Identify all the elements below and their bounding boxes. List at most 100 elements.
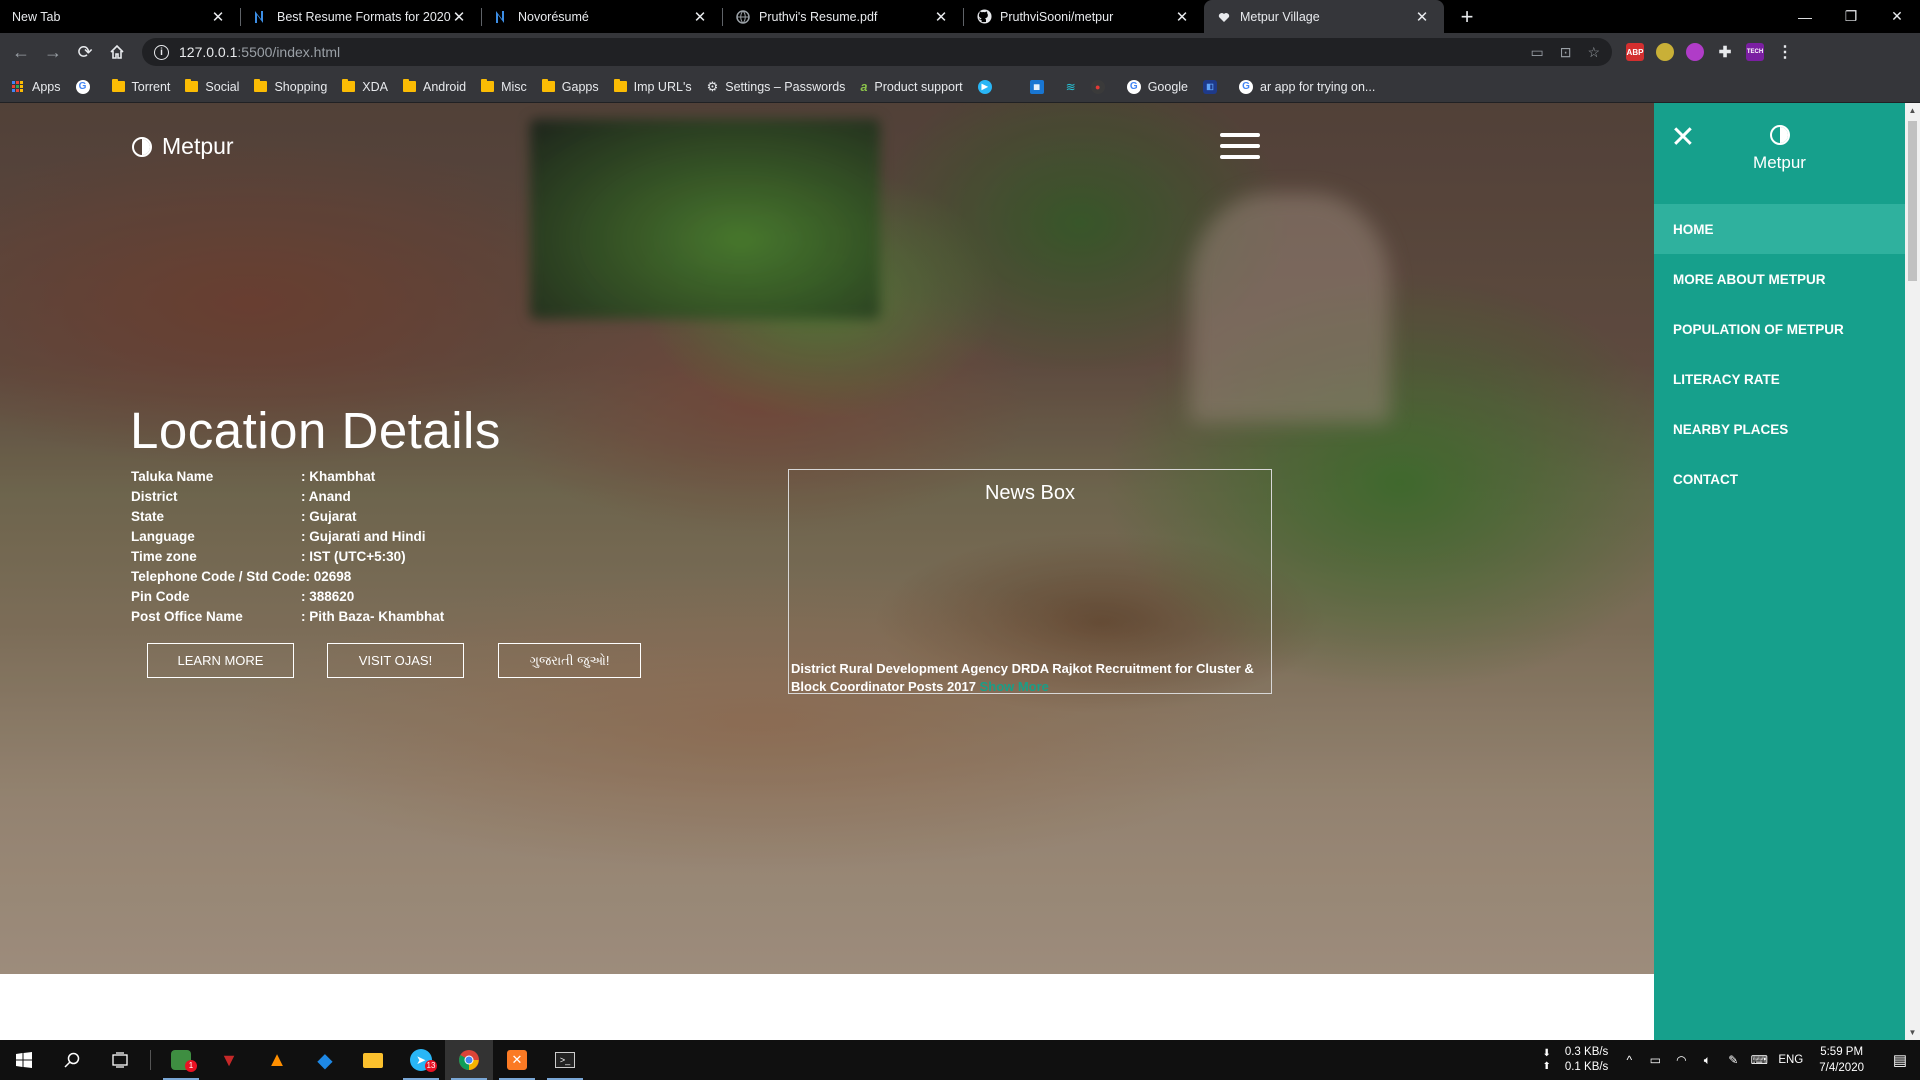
bookmark-social[interactable]: Social [185,79,239,94]
sidenav-item-home[interactable]: HOME [1654,204,1905,254]
search-icon[interactable] [48,1040,96,1080]
bookmark-blue-square[interactable]: ◧ [1203,79,1224,94]
sidenav-brand[interactable]: Metpur [1654,125,1905,173]
greenshot-app-icon[interactable]: 1 [157,1040,205,1080]
file-explorer-icon[interactable] [349,1040,397,1080]
tab-resume-formats[interactable]: Best Resume Formats for 2020 [3 ✕ [241,0,481,33]
product-support-icon: a [860,79,868,94]
tab-novoresume[interactable]: Novorésumé ✕ [482,0,722,33]
show-more-link[interactable]: Show More [980,679,1049,693]
vlc-icon[interactable]: ▲ [253,1040,301,1080]
wifi-icon[interactable]: ◠ [1670,1053,1692,1067]
adblock-plus-icon[interactable]: ABP [1626,43,1644,61]
terminal-icon[interactable]: >_ [541,1040,589,1080]
bookmark-gapps[interactable]: Gapps [541,79,599,94]
close-icon[interactable]: ✕ [1174,9,1190,26]
bookmark-imp-urls[interactable]: Imp URL's [613,79,692,94]
translate-icon[interactable]: ⊡ [1560,44,1572,61]
notification-icon[interactable]: ▤ [1880,1040,1920,1080]
bookmark-product-support[interactable]: a Product support [860,80,962,94]
puzzle-icon[interactable]: ✚ [1716,43,1734,61]
telegram-icon[interactable]: ➤ 13 [397,1040,445,1080]
acer-app-icon[interactable]: ▼ [205,1040,253,1080]
detail-key: District [131,489,178,504]
folder-icon [111,79,125,92]
close-icon[interactable]: ✕ [1414,9,1430,26]
bookmark-blue-app[interactable]: ▦ [1029,79,1051,94]
page-scrollbar[interactable]: ▲ ▼ [1905,103,1920,1040]
tab-github[interactable]: PruthviSooni/metpur ✕ [964,0,1204,33]
news-box: News Box District Rural Development Agen… [788,469,1272,694]
task-view-icon[interactable] [96,1040,144,1080]
tab-resume-pdf[interactable]: Pruthvi's Resume.pdf ✕ [723,0,963,33]
forward-arrow-icon[interactable]: → [38,37,68,67]
address-bar[interactable]: i 127.0.0.1:5500/index.html ▭ ⊡ ☆ [142,38,1612,66]
close-icon[interactable]: ✕ [933,9,949,26]
windows-start-icon[interactable] [0,1040,48,1080]
close-icon[interactable]: ✕ [692,9,708,26]
info-icon[interactable]: i [154,44,169,60]
bookmark-settings-passwords[interactable]: ⚙ Settings – Passwords [707,79,846,95]
cast-icon[interactable]: ▭ [1530,44,1543,61]
detail-row: Post Office Name: Pith Baza- Khambhat [131,607,444,627]
vscode-icon[interactable]: ◆ [301,1040,349,1080]
back-arrow-icon[interactable]: ← [6,37,36,67]
bookmark-torrent[interactable]: Torrent [111,79,170,94]
bookmark-xda[interactable]: XDA [342,79,388,94]
bookmark-shopping[interactable]: Shopping [254,79,327,94]
bookmark-google[interactable]: G Google [1126,79,1188,94]
new-tab-button[interactable]: + [1452,0,1482,33]
scroll-down-icon[interactable]: ▼ [1905,1025,1920,1040]
close-icon[interactable]: ✕ [210,9,226,26]
site-logo[interactable]: Metpur [132,133,234,160]
window-close-icon[interactable]: ✕ [1874,0,1920,33]
bookmark-label: XDA [362,79,388,94]
bookmark-red-app[interactable]: ● [1090,79,1112,94]
keyboard-icon[interactable]: ⌨ [1748,1053,1770,1067]
tab-metpur-village[interactable]: Metpur Village ✕ [1204,0,1444,33]
bookmark-ar-app[interactable]: Gar app for trying on... [1239,79,1375,94]
minimize-icon[interactable]: — [1782,0,1828,33]
location-title: Location Details [130,402,501,459]
reload-icon[interactable]: ⟳ [70,37,100,67]
sidenav-item-contact[interactable]: CONTACT [1654,454,1905,504]
bookmark-google-shortcut[interactable]: G [75,79,97,94]
clock[interactable]: 5:59 PM 7/4/2020 [1819,1044,1864,1076]
learn-more-button[interactable]: LEARN MORE [147,643,294,678]
hamburger-menu-icon[interactable] [1220,133,1260,159]
tab-title: Novorésumé [518,9,589,24]
sidenav-item-nearby[interactable]: NEARBY PLACES [1654,404,1905,454]
profile-avatar-icon[interactable]: TECH [1746,43,1764,61]
scroll-up-icon[interactable]: ▲ [1905,103,1920,118]
visit-ojas-button[interactable]: VISIT OJAS! [327,643,464,678]
bookmark-label: Settings – Passwords [725,79,846,94]
chevron-up-icon[interactable]: ^ [1618,1053,1640,1067]
tab-new-tab[interactable]: New Tab ✕ [0,0,240,33]
close-icon[interactable]: ✕ [451,9,467,26]
star-icon[interactable]: ☆ [1587,44,1600,61]
volume-muted-icon[interactable]: 🔈︎ [1696,1053,1718,1068]
restore-icon[interactable]: ❐ [1828,0,1874,33]
battery-icon[interactable]: ▭ [1644,1053,1666,1067]
scroll-thumb[interactable] [1908,121,1917,281]
bookmark-green-app[interactable]: ≋ [1066,80,1076,94]
pen-icon[interactable]: ✎ [1722,1053,1744,1067]
gujarati-button[interactable]: ગુજરાતી જુઓ! [498,643,641,678]
home-icon[interactable] [102,37,132,67]
sidenav-item-population[interactable]: POPULATION OF METPUR [1654,304,1905,354]
bookmark-play[interactable]: ▶ [977,79,999,94]
bookmark-android[interactable]: Android [402,79,466,94]
bookmark-apps[interactable]: Apps [12,80,61,94]
kebab-menu-icon[interactable]: ⋮ [1776,43,1794,61]
sidenav-item-literacy[interactable]: LITERACY RATE [1654,354,1905,404]
apps-grid-icon [12,80,24,93]
purple-extension-icon[interactable] [1686,43,1704,61]
news-item[interactable]: District Rural Development Agency DRDA R… [791,660,1261,693]
bookmark-misc[interactable]: Misc [481,79,527,94]
detail-value: : Gujarati and Hindi [301,529,426,544]
sidenav-item-more-about[interactable]: MORE ABOUT METPUR [1654,254,1905,304]
chrome-icon[interactable] [445,1040,493,1080]
xampp-icon[interactable]: ✕ [493,1040,541,1080]
coin-extension-icon[interactable] [1656,43,1674,61]
language-indicator[interactable]: ENG [1778,1054,1803,1066]
